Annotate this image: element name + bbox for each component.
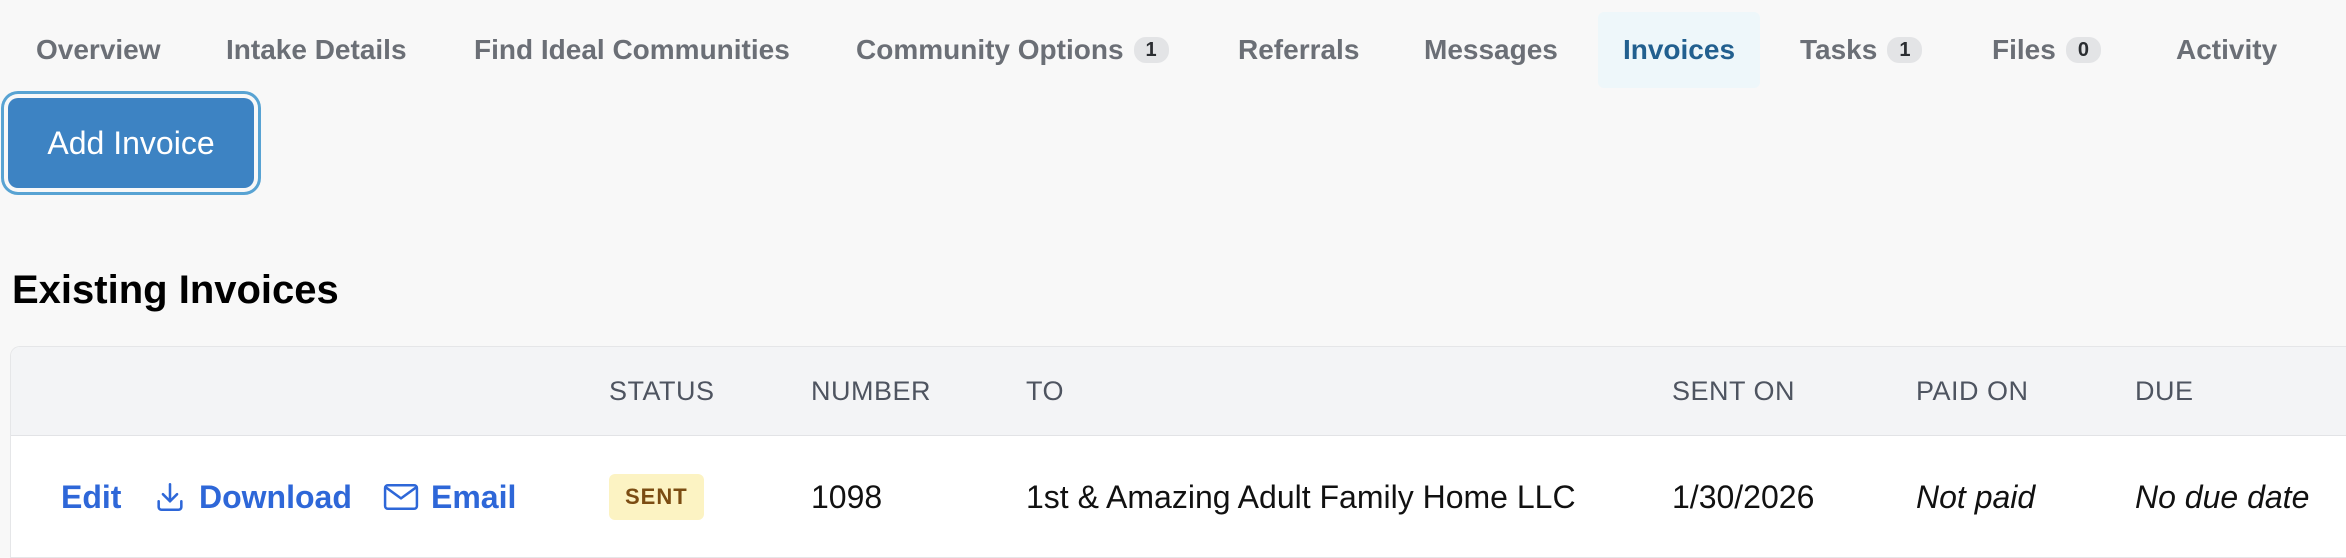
- header-due: DUE: [2135, 375, 2194, 406]
- tab-messages[interactable]: Messages: [1398, 12, 1584, 88]
- tab-label: Intake Details: [226, 34, 407, 65]
- tab-intake-details[interactable]: Intake Details: [200, 12, 433, 88]
- tab-tasks[interactable]: Tasks 1: [1774, 12, 1948, 88]
- tab-label: Overview: [36, 34, 161, 65]
- edit-link[interactable]: Edit: [61, 479, 121, 516]
- status-cell: SENT: [609, 436, 704, 557]
- header-number: NUMBER: [811, 375, 932, 406]
- email-cell: Email: [383, 436, 516, 557]
- email-link[interactable]: Email: [383, 479, 516, 516]
- tab-label: Tasks: [1800, 34, 1878, 65]
- tab-overview[interactable]: Overview: [10, 12, 187, 88]
- tab-label: Community Options: [856, 34, 1124, 65]
- tab-referrals[interactable]: Referrals: [1212, 12, 1385, 88]
- tab-label: Find Ideal Communities: [474, 34, 790, 65]
- tab-activity[interactable]: Activity: [2150, 12, 2303, 88]
- header-status: STATUS: [609, 375, 715, 406]
- table-row: Edit Download Email SENT 1098 1st & Amaz…: [11, 436, 2346, 557]
- recipient-cell: 1st & Amazing Adult Family Home LLC: [1026, 478, 1576, 515]
- tab-community-options[interactable]: Community Options 1: [830, 12, 1195, 88]
- add-invoice-button[interactable]: Add Invoice: [8, 98, 254, 188]
- download-cell: Download: [153, 436, 352, 557]
- download-label: Download: [199, 478, 352, 515]
- header-paid-on: PAID ON: [1916, 375, 2029, 406]
- tab-label: Invoices: [1622, 34, 1736, 65]
- tab-label: Activity: [2176, 34, 2278, 65]
- envelope-icon: [383, 483, 419, 511]
- section-title: Existing Invoices: [12, 268, 339, 312]
- tab-label: Messages: [1424, 34, 1558, 65]
- tab-label: Files: [1992, 34, 2056, 65]
- header-to: TO: [1026, 375, 1065, 406]
- header-sent-on: SENT ON: [1672, 375, 1796, 406]
- count-badge: 0: [2065, 37, 2101, 63]
- tab-label: Referrals: [1238, 34, 1360, 65]
- tab-find-ideal-communities[interactable]: Find Ideal Communities: [448, 12, 816, 88]
- count-badge: 1: [1133, 37, 1169, 63]
- tab-bar: Overview Intake Details Find Ideal Commu…: [0, 12, 2346, 88]
- paid-on-cell: Not paid: [1916, 478, 2036, 515]
- email-label: Email: [431, 478, 517, 515]
- sent-on-cell: 1/30/2026: [1672, 478, 1815, 515]
- tab-invoices[interactable]: Invoices: [1598, 12, 1760, 88]
- tab-files[interactable]: Files 0: [1966, 12, 2127, 88]
- count-badge: 1: [1887, 37, 1923, 63]
- invoices-table: STATUS NUMBER TO SENT ON PAID ON DUE Edi…: [10, 346, 2346, 558]
- download-link[interactable]: Download: [153, 479, 352, 516]
- number-cell: 1098: [811, 478, 883, 515]
- download-icon: [157, 482, 183, 512]
- table-header: STATUS NUMBER TO SENT ON PAID ON DUE: [11, 347, 2346, 436]
- status-badge: SENT: [609, 474, 704, 520]
- actions-cell: Edit: [61, 436, 121, 557]
- due-cell: No due date: [2135, 478, 2310, 515]
